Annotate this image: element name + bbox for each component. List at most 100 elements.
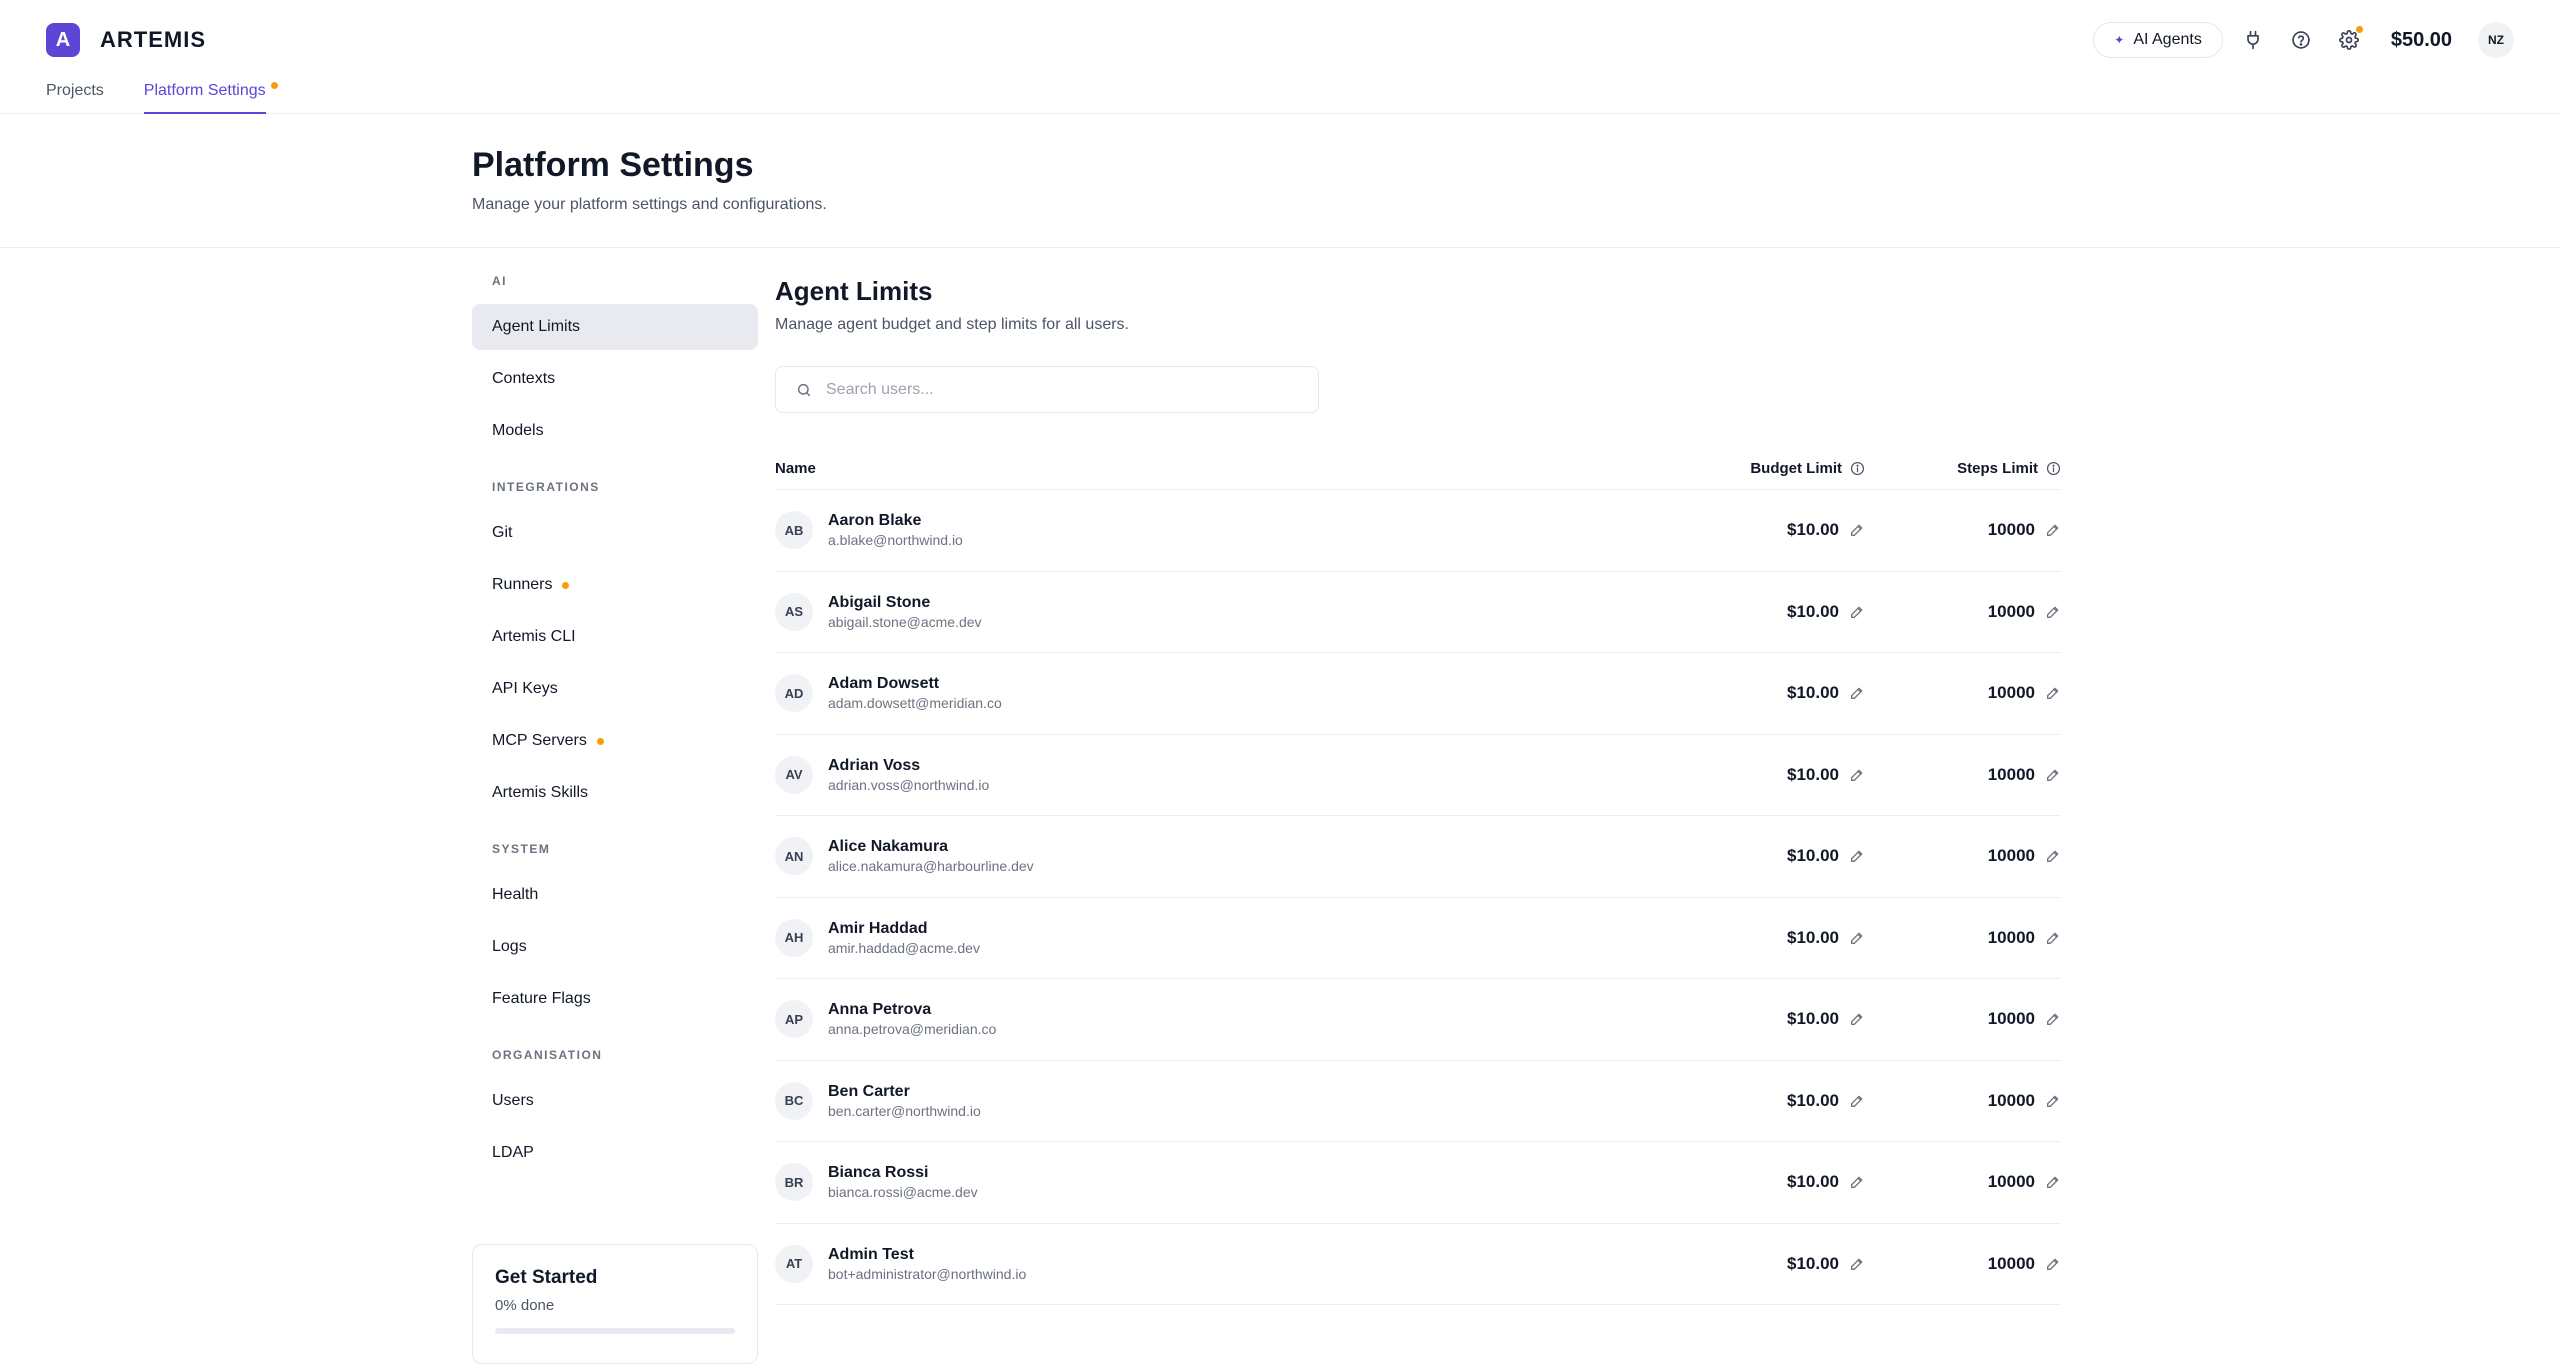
edit-steps-pencil-icon[interactable] — [2045, 1256, 2061, 1272]
settings-sidebar: AI Agent Limits Contexts Models INTEGRAT… — [472, 248, 758, 1176]
budget-limit-cell: $10.00 — [1675, 846, 1865, 866]
user-avatar: AV — [775, 755, 813, 794]
user-avatar: AB — [775, 511, 813, 550]
budget-limit-value: $10.00 — [1787, 683, 1839, 703]
agent-limits-table: Name Budget Limit Steps Limit AB Aaron B… — [775, 448, 2061, 1305]
sidebar-item-runners[interactable]: Runners — [472, 562, 758, 608]
page-subtitle: Manage your platform settings and config… — [472, 196, 827, 213]
ai-agents-button[interactable]: ✦ AI Agents — [2093, 22, 2223, 58]
edit-budget-pencil-icon[interactable] — [1849, 685, 1865, 701]
sidebar-item-models[interactable]: Models — [472, 408, 758, 454]
edit-budget-pencil-icon[interactable] — [1849, 1256, 1865, 1272]
steps-limit-value: 10000 — [1987, 846, 2035, 866]
sidebar-item-label: Agent Limits — [492, 318, 581, 335]
notification-dot — [562, 581, 570, 589]
edit-budget-pencil-icon[interactable] — [1849, 1093, 1865, 1109]
table-row: AH Amir Haddad amir.haddad@acme.dev $10.… — [775, 898, 2061, 979]
plug-button[interactable] — [2235, 22, 2271, 58]
sidebar-item-label: Contexts — [492, 370, 556, 387]
tab-projects[interactable]: Projects — [46, 78, 104, 114]
search-input[interactable] — [826, 380, 1286, 399]
page-title: Platform Settings — [472, 146, 754, 184]
column-label: Steps Limit — [1957, 460, 2038, 477]
sidebar-item-feature-flags[interactable]: Feature Flags — [472, 976, 758, 1022]
edit-steps-pencil-icon[interactable] — [2045, 522, 2061, 538]
table-row: BR Bianca Rossi bianca.rossi@acme.dev $1… — [775, 1142, 2061, 1224]
sidebar-item-label: Models — [492, 422, 544, 439]
help-button[interactable] — [2283, 22, 2319, 58]
user-name: Admin Test — [828, 1245, 914, 1263]
sidebar-item-label: Runners — [492, 576, 553, 593]
table-body: AB Aaron Blake a.blake@northwind.io $10.… — [775, 490, 2061, 1305]
get-started-card[interactable]: Get Started 0% done — [472, 1244, 758, 1364]
user-info: Abigail Stone abigail.stone@acme.dev — [828, 594, 982, 630]
brand[interactable]: A ARTEMIS — [46, 23, 206, 57]
edit-budget-pencil-icon[interactable] — [1849, 767, 1865, 783]
edit-steps-pencil-icon[interactable] — [2045, 1174, 2061, 1190]
budget-limit-value: $10.00 — [1787, 601, 1839, 621]
sidebar-item-label: Logs — [492, 938, 527, 955]
edit-budget-pencil-icon[interactable] — [1849, 848, 1865, 864]
sidebar-item-users[interactable]: Users — [472, 1078, 758, 1124]
edit-steps-pencil-icon[interactable] — [2045, 1093, 2061, 1109]
edit-budget-pencil-icon[interactable] — [1849, 1174, 1865, 1190]
user-email: bianca.rossi@acme.dev — [828, 1184, 978, 1201]
sidebar-item-ldap[interactable]: LDAP — [472, 1130, 758, 1176]
edit-budget-pencil-icon[interactable] — [1849, 522, 1865, 538]
user-cell: AD Adam Dowsett adam.dowsett@meridian.co — [775, 674, 1675, 713]
edit-steps-pencil-icon[interactable] — [2045, 685, 2061, 701]
edit-budget-pencil-icon[interactable] — [1849, 930, 1865, 946]
user-name: Bianca Rossi — [828, 1164, 929, 1182]
edit-steps-pencil-icon[interactable] — [2045, 604, 2061, 620]
edit-steps-pencil-icon[interactable] — [2045, 1011, 2061, 1027]
budget-limit-value: $10.00 — [1787, 520, 1839, 540]
budget-limit-value: $10.00 — [1787, 927, 1839, 947]
sidebar-item-agent-limits[interactable]: Agent Limits — [472, 304, 758, 350]
sidebar-item-logs[interactable]: Logs — [472, 924, 758, 970]
user-avatar: AH — [775, 918, 813, 957]
sidebar-item-label: LDAP — [492, 1144, 534, 1161]
page-header: Platform Settings Manage your platform s… — [0, 114, 2560, 248]
sidebar-section-organisation: ORGANISATION — [492, 1048, 603, 1062]
tab-platform-settings[interactable]: Platform Settings — [143, 78, 278, 114]
user-email: amir.haddad@acme.dev — [828, 939, 980, 956]
user-email: abigail.stone@acme.dev — [828, 613, 982, 630]
sidebar-item-artemis-skills[interactable]: Artemis Skills — [472, 770, 758, 816]
info-icon[interactable] — [2046, 461, 2061, 476]
plug-icon — [2246, 30, 2259, 50]
app-name: ARTEMIS — [100, 27, 206, 52]
steps-limit-cell: 10000 — [1865, 1091, 2061, 1111]
user-info: Admin Test bot+administrator@northwind.i… — [828, 1246, 1026, 1282]
table-row: AV Adrian Voss adrian.voss@northwind.io … — [775, 735, 2061, 816]
info-icon[interactable] — [1850, 461, 1865, 476]
sidebar-item-label: API Keys — [492, 680, 558, 697]
edit-steps-pencil-icon[interactable] — [2045, 930, 2061, 946]
edit-budget-pencil-icon[interactable] — [1849, 604, 1865, 620]
user-name: Alice Nakamura — [828, 838, 949, 856]
budget-limit-cell: $10.00 — [1675, 1254, 1865, 1274]
user-search[interactable] — [775, 366, 1319, 413]
column-budget-limit[interactable]: Budget Limit — [1675, 460, 1865, 477]
user-info: Adam Dowsett adam.dowsett@meridian.co — [828, 675, 1002, 711]
top-tabs: Projects Platform Settings — [46, 78, 306, 114]
sidebar-item-health[interactable]: Health — [472, 872, 758, 918]
sidebar-item-artemis-cli[interactable]: Artemis CLI — [472, 614, 758, 660]
sidebar-section-system: SYSTEM — [492, 842, 551, 856]
budget-limit-value: $10.00 — [1787, 764, 1839, 784]
sidebar-item-contexts[interactable]: Contexts — [472, 356, 758, 402]
steps-limit-cell: 10000 — [1865, 928, 2061, 948]
sidebar-item-git[interactable]: Git — [472, 510, 758, 556]
sidebar-item-mcp-servers[interactable]: MCP Servers — [472, 718, 758, 764]
edit-steps-pencil-icon[interactable] — [2045, 767, 2061, 783]
sidebar-item-api-keys[interactable]: API Keys — [472, 666, 758, 712]
edit-steps-pencil-icon[interactable] — [2045, 848, 2061, 864]
steps-limit-value: 10000 — [1987, 927, 2035, 947]
settings-button[interactable] — [2331, 22, 2367, 58]
gear-icon — [2338, 30, 2359, 50]
column-steps-limit[interactable]: Steps Limit — [1865, 460, 2061, 477]
user-cell: BR Bianca Rossi bianca.rossi@acme.dev — [775, 1163, 1675, 1202]
user-info: Ben Carter ben.carter@northwind.io — [828, 1083, 981, 1119]
column-name[interactable]: Name — [775, 460, 1675, 477]
edit-budget-pencil-icon[interactable] — [1849, 1011, 1865, 1027]
user-avatar[interactable]: NZ — [2478, 22, 2514, 58]
